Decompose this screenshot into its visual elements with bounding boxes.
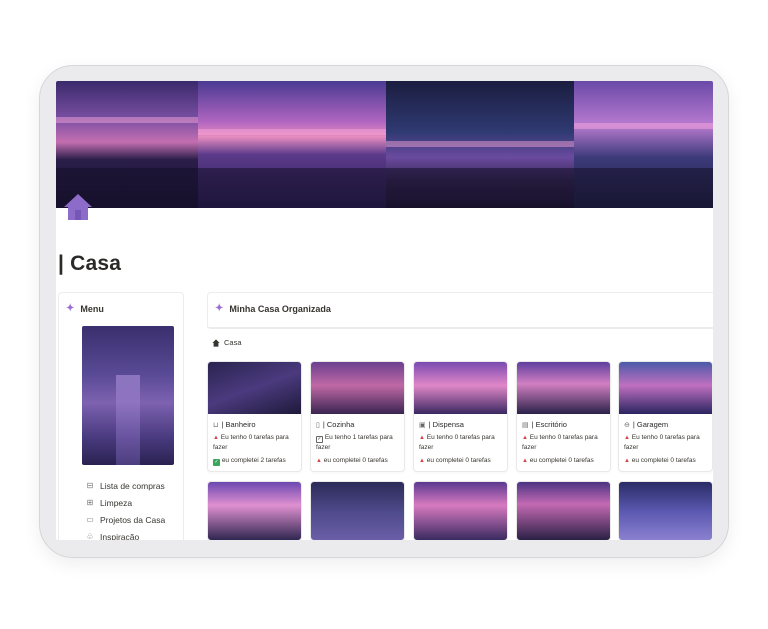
banner-balcony-scene bbox=[198, 81, 386, 208]
room-card-cozinha[interactable]: ▯ | Cozinha ✓ Eu tenho 1 tarefas para faz… bbox=[310, 361, 405, 472]
menu-item-lista-de-compras[interactable]: ⊟ Lista de compras bbox=[85, 477, 165, 494]
warning-triangle-icon: ▲ bbox=[316, 458, 322, 464]
warning-triangle-icon: ▲ bbox=[213, 435, 219, 441]
room-image bbox=[208, 362, 301, 414]
checkbox-icon: ✓ bbox=[316, 436, 323, 443]
room-done: eu completei 0 tarefas bbox=[529, 457, 594, 464]
room-image bbox=[619, 362, 712, 414]
main-header: ✦ Minha Casa Organizada bbox=[215, 303, 331, 314]
room-done: eu completei 0 tarefas bbox=[426, 457, 491, 464]
room-name: | Banheiro bbox=[221, 420, 256, 429]
menu-item-label: Projetos da Casa bbox=[100, 514, 166, 525]
menu-item-inspiracao[interactable]: ♧ Inspiração bbox=[85, 528, 165, 541]
menu-item-limpeza[interactable]: ⊞ Limpeza bbox=[85, 494, 165, 511]
room-card-garagem[interactable]: ⊖ | Garagem ▲ Eu tenho 0 tarefas para faz… bbox=[618, 361, 713, 472]
menu-item-label: Lista de compras bbox=[100, 480, 165, 491]
house-icon bbox=[212, 338, 220, 347]
warning-triangle-icon: ▲ bbox=[624, 458, 630, 464]
banner-bedroom-scene bbox=[386, 81, 574, 208]
warning-triangle-icon: ▲ bbox=[522, 435, 528, 441]
menu-title: Menu bbox=[80, 303, 104, 314]
room-name: | Garagem bbox=[632, 420, 669, 429]
warning-triangle-icon: ▲ bbox=[419, 458, 425, 464]
broom-icon: ⊞ bbox=[86, 498, 94, 507]
divider bbox=[207, 327, 713, 328]
check-icon: ✓ bbox=[213, 459, 220, 466]
main-panel: ✦ Minha Casa Organizada bbox=[207, 292, 713, 329]
room-card[interactable] bbox=[413, 481, 508, 540]
menu-panel: ✦ Menu ⊟ Lista de compras ⊞ Limpeza ▭ Pr… bbox=[58, 292, 184, 540]
room-name: | Cozinha bbox=[322, 420, 355, 429]
breadcrumb[interactable]: Casa bbox=[212, 338, 242, 347]
room-image bbox=[517, 362, 610, 414]
room-name: | Escritório bbox=[531, 420, 567, 429]
room-todo: Eu tenho 0 tarefas para fazer bbox=[624, 434, 700, 451]
room-done: eu completei 0 tarefas bbox=[323, 457, 388, 464]
room-card-banheiro[interactable]: ⊔ | Banheiro ▲ Eu tenho 0 tarefas para fa… bbox=[207, 361, 302, 472]
sofa-icon: ▭ bbox=[86, 515, 94, 524]
menu-item-label: Limpeza bbox=[100, 497, 133, 508]
document-icon: ▤ bbox=[522, 421, 529, 429]
room-image bbox=[414, 362, 507, 414]
breadcrumb-label: Casa bbox=[224, 338, 242, 347]
plant-icon: ♧ bbox=[86, 532, 94, 540]
room-card[interactable] bbox=[618, 481, 713, 540]
fridge-icon: ▯ bbox=[316, 421, 320, 429]
warning-triangle-icon: ▲ bbox=[419, 435, 425, 441]
menu-header: ✦ Menu bbox=[66, 303, 104, 314]
room-todo: Eu tenho 0 tarefas para fazer bbox=[419, 434, 495, 451]
room-card[interactable] bbox=[516, 481, 611, 540]
menu-illustration bbox=[82, 326, 174, 465]
banner-bar-scene bbox=[56, 81, 198, 208]
warning-triangle-icon: ▲ bbox=[522, 458, 528, 464]
room-card-dispensa[interactable]: ▣ | Dispensa ▲ Eu tenho 0 tarefas para fa… bbox=[413, 361, 508, 472]
room-todo: Eu tenho 1 tarefas para fazer bbox=[316, 434, 393, 451]
room-done: eu completei 0 tarefas bbox=[631, 457, 696, 464]
room-todo: Eu tenho 0 tarefas para fazer bbox=[213, 434, 289, 451]
room-card[interactable] bbox=[207, 481, 302, 540]
banner-livingroom-scene bbox=[574, 81, 713, 208]
car-icon: ⊖ bbox=[624, 421, 630, 429]
menu-item-label: Inspiração bbox=[100, 531, 140, 541]
cover-banner bbox=[56, 81, 713, 208]
room-card[interactable] bbox=[310, 481, 405, 540]
notion-page: | Casa ✦ Menu ⊟ Lista de compras ⊞ Limpe… bbox=[56, 81, 713, 540]
room-card-escritorio[interactable]: ▤ | Escritório ▲ Eu tenho 0 tarefas para … bbox=[516, 361, 611, 472]
room-image bbox=[311, 362, 404, 414]
warning-triangle-icon: ▲ bbox=[624, 435, 630, 441]
page-title: | Casa bbox=[58, 252, 122, 275]
sparkles-icon: ✦ bbox=[215, 303, 224, 314]
menu-item-projetos-da-casa[interactable]: ▭ Projetos da Casa bbox=[85, 511, 165, 528]
house-icon[interactable] bbox=[62, 191, 94, 223]
main-title: Minha Casa Organizada bbox=[229, 303, 331, 314]
sparkles-icon: ✦ bbox=[66, 303, 75, 314]
bathtub-icon: ⊔ bbox=[213, 421, 219, 429]
room-todo: Eu tenho 0 tarefas para fazer bbox=[522, 434, 598, 451]
box-icon: ▣ bbox=[419, 421, 426, 429]
room-done: eu completei 2 tarefas bbox=[221, 457, 286, 464]
menu-list: ⊟ Lista de compras ⊞ Limpeza ▭ Projetos … bbox=[85, 477, 165, 541]
shopping-basket-icon: ⊟ bbox=[86, 481, 94, 490]
room-name: | Dispensa bbox=[428, 420, 464, 429]
